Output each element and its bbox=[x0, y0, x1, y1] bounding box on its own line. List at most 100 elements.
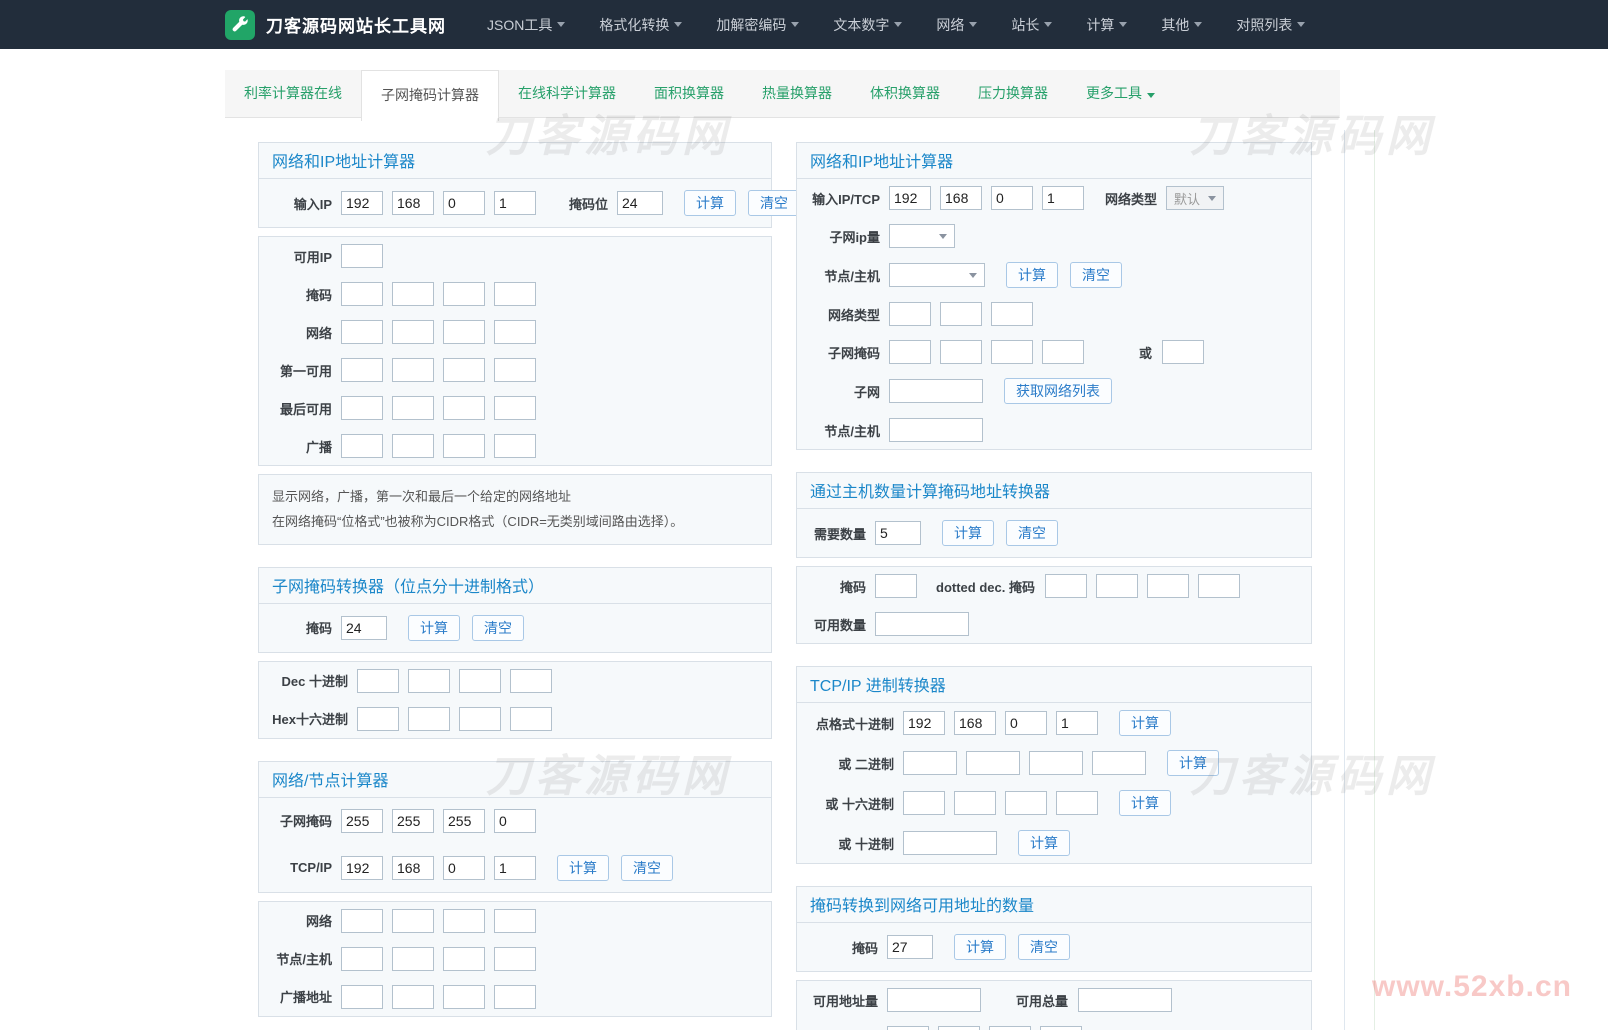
dotted-octet-input[interactable] bbox=[1040, 1026, 1082, 1030]
tab-area-converter[interactable]: 面积换算器 bbox=[635, 70, 743, 117]
available-address-input[interactable] bbox=[887, 988, 981, 1012]
calculate-button[interactable]: 计算 bbox=[684, 190, 736, 216]
dec-octet-input[interactable] bbox=[459, 669, 501, 693]
network-type-input[interactable] bbox=[889, 302, 931, 326]
available-total-input[interactable] bbox=[1078, 988, 1172, 1012]
get-network-list-button[interactable]: 获取网络列表 bbox=[1004, 378, 1112, 404]
subnet-octet-input[interactable] bbox=[494, 809, 536, 833]
first-usable-octet-input[interactable] bbox=[443, 358, 485, 382]
hex-octet-input[interactable] bbox=[1056, 791, 1098, 815]
dotted-octet-input[interactable] bbox=[938, 1026, 980, 1030]
last-usable-octet-input[interactable] bbox=[494, 396, 536, 420]
nav-item-crypto[interactable]: 加解密编码 bbox=[699, 0, 816, 49]
network-type-input[interactable] bbox=[991, 302, 1033, 326]
network-octet-input[interactable] bbox=[341, 909, 383, 933]
ip-octet-input[interactable] bbox=[1042, 186, 1084, 210]
nav-item-text-number[interactable]: 文本数字 bbox=[816, 0, 919, 49]
mask-bits-input[interactable] bbox=[617, 191, 663, 215]
subnet-octet-input[interactable] bbox=[991, 340, 1033, 364]
last-usable-octet-input[interactable] bbox=[392, 396, 434, 420]
ip-octet-input[interactable] bbox=[341, 191, 383, 215]
subnet-octet-input[interactable] bbox=[392, 809, 434, 833]
broadcast-octet-input[interactable] bbox=[494, 985, 536, 1009]
ip-octet-input[interactable] bbox=[443, 191, 485, 215]
ip-octet-input[interactable] bbox=[392, 191, 434, 215]
clear-button[interactable]: 清空 bbox=[1018, 934, 1070, 960]
broadcast-octet-input[interactable] bbox=[443, 434, 485, 458]
nav-item-calc[interactable]: 计算 bbox=[1069, 0, 1144, 49]
network-octet-input[interactable] bbox=[341, 320, 383, 344]
calculate-button[interactable]: 计算 bbox=[1006, 262, 1058, 288]
dec-octet-input[interactable] bbox=[1005, 711, 1047, 735]
subnet-octet-input[interactable] bbox=[443, 809, 485, 833]
bin-octet-input[interactable] bbox=[1029, 751, 1083, 775]
nav-item-reference[interactable]: 对照列表 bbox=[1219, 0, 1322, 49]
tcpip-octet-input[interactable] bbox=[392, 856, 434, 880]
nav-item-json[interactable]: JSON工具 bbox=[470, 0, 582, 49]
dotted-octet-input[interactable] bbox=[1147, 574, 1189, 598]
node-octet-input[interactable] bbox=[341, 947, 383, 971]
mask-bits-input[interactable] bbox=[875, 574, 917, 598]
network-type-input[interactable] bbox=[940, 302, 982, 326]
need-count-input[interactable] bbox=[875, 521, 921, 545]
mask-bits-input[interactable] bbox=[341, 616, 387, 640]
calculate-button[interactable]: 计算 bbox=[408, 615, 460, 641]
first-usable-octet-input[interactable] bbox=[392, 358, 434, 382]
ip-octet-input[interactable] bbox=[494, 191, 536, 215]
tab-scientific-calculator[interactable]: 在线科学计算器 bbox=[499, 70, 635, 117]
dec-octet-input[interactable] bbox=[510, 669, 552, 693]
tcpip-octet-input[interactable] bbox=[494, 856, 536, 880]
nav-item-network[interactable]: 网络 bbox=[919, 0, 994, 49]
tcpip-octet-input[interactable] bbox=[341, 856, 383, 880]
last-usable-octet-input[interactable] bbox=[443, 396, 485, 420]
dotted-octet-input[interactable] bbox=[887, 1026, 929, 1030]
hex-octet-input[interactable] bbox=[510, 707, 552, 731]
tab-more-tools[interactable]: 更多工具 bbox=[1067, 70, 1174, 117]
network-octet-input[interactable] bbox=[494, 320, 536, 344]
ip-octet-input[interactable] bbox=[991, 186, 1033, 210]
dec-octet-input[interactable] bbox=[1056, 711, 1098, 735]
dotted-octet-input[interactable] bbox=[989, 1026, 1031, 1030]
subnet-ip-count-select[interactable] bbox=[889, 224, 955, 248]
mask-octet-input[interactable] bbox=[341, 282, 383, 306]
calculate-button[interactable]: 计算 bbox=[1018, 830, 1070, 856]
broadcast-octet-input[interactable] bbox=[341, 434, 383, 458]
clear-button[interactable]: 清空 bbox=[748, 190, 800, 216]
clear-button[interactable]: 清空 bbox=[1070, 262, 1122, 288]
bin-octet-input[interactable] bbox=[1092, 751, 1146, 775]
node-octet-input[interactable] bbox=[392, 947, 434, 971]
broadcast-octet-input[interactable] bbox=[443, 985, 485, 1009]
usable-ip-input[interactable] bbox=[341, 244, 383, 268]
broadcast-octet-input[interactable] bbox=[392, 985, 434, 1009]
mask-bits-input[interactable] bbox=[887, 935, 933, 959]
dec-octet-input[interactable] bbox=[954, 711, 996, 735]
dotted-octet-input[interactable] bbox=[1198, 574, 1240, 598]
mask-octet-input[interactable] bbox=[392, 282, 434, 306]
clear-button[interactable]: 清空 bbox=[621, 855, 673, 881]
last-usable-octet-input[interactable] bbox=[341, 396, 383, 420]
nav-item-format[interactable]: 格式化转换 bbox=[582, 0, 699, 49]
dotted-octet-input[interactable] bbox=[1096, 574, 1138, 598]
dec-octet-input[interactable] bbox=[408, 669, 450, 693]
tab-subnet-mask-calculator[interactable]: 子网掩码计算器 bbox=[361, 70, 499, 121]
calculate-button[interactable]: 计算 bbox=[1119, 790, 1171, 816]
broadcast-octet-input[interactable] bbox=[494, 434, 536, 458]
ip-octet-input[interactable] bbox=[940, 186, 982, 210]
network-octet-input[interactable] bbox=[494, 909, 536, 933]
tcpip-octet-input[interactable] bbox=[443, 856, 485, 880]
broadcast-octet-input[interactable] bbox=[341, 985, 383, 1009]
mask-octet-input[interactable] bbox=[443, 282, 485, 306]
available-count-input[interactable] bbox=[875, 612, 969, 636]
site-brand[interactable]: 刀客源码网站长工具网 bbox=[225, 10, 446, 40]
node-octet-input[interactable] bbox=[494, 947, 536, 971]
hex-octet-input[interactable] bbox=[903, 791, 945, 815]
bin-octet-input[interactable] bbox=[903, 751, 957, 775]
broadcast-octet-input[interactable] bbox=[392, 434, 434, 458]
calculate-button[interactable]: 计算 bbox=[1167, 750, 1219, 776]
network-octet-input[interactable] bbox=[392, 909, 434, 933]
subnet-octet-input[interactable] bbox=[341, 809, 383, 833]
tab-pressure-converter[interactable]: 压力换算器 bbox=[959, 70, 1067, 117]
decimal-input[interactable] bbox=[903, 831, 997, 855]
calculate-button[interactable]: 计算 bbox=[557, 855, 609, 881]
node-host-input[interactable] bbox=[889, 418, 983, 442]
